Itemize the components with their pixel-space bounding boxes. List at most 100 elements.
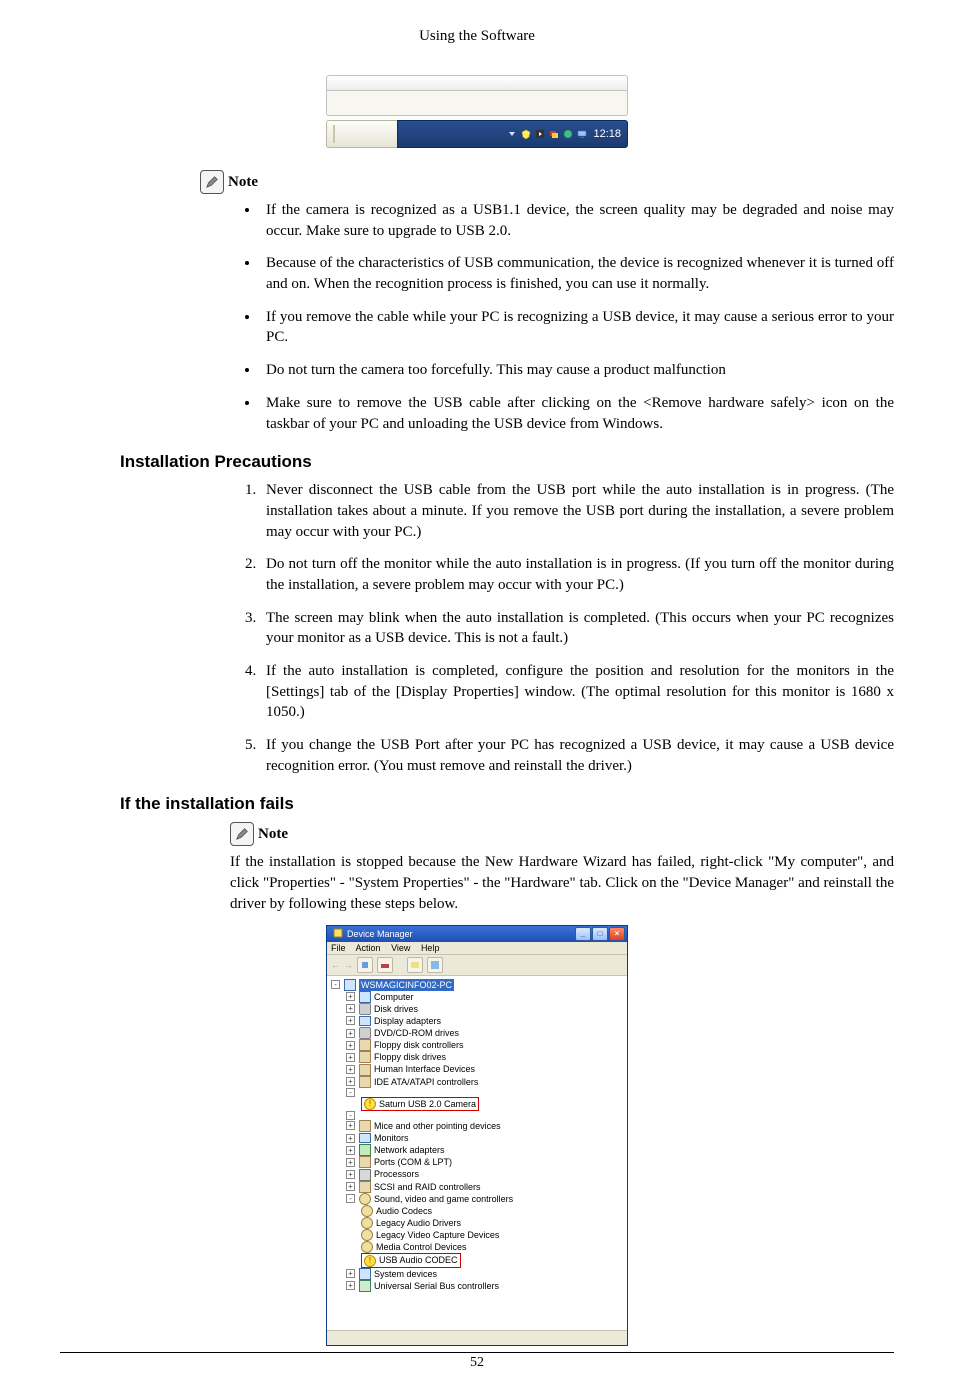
sound-icon — [359, 1193, 371, 1205]
expand-icon[interactable]: + — [346, 1016, 355, 1025]
expand-icon[interactable]: + — [346, 1004, 355, 1013]
tree-node[interactable]: Sound, video and game controllers — [374, 1193, 513, 1205]
expand-icon[interactable]: + — [346, 1077, 355, 1086]
expand-icon[interactable]: + — [346, 1182, 355, 1191]
tree-node[interactable]: Floppy disk drives — [374, 1051, 446, 1063]
expand-icon[interactable]: + — [346, 1134, 355, 1143]
tree-node[interactable]: Disk drives — [374, 1003, 418, 1015]
root-node[interactable]: WSMAGICINFO02-PC — [359, 979, 454, 991]
tree-node[interactable]: Legacy Audio Drivers — [376, 1217, 461, 1229]
collapse-icon[interactable]: - — [346, 1111, 355, 1120]
tree-node[interactable]: IDE ATA/ATAPI controllers — [374, 1076, 478, 1088]
processor-icon — [359, 1169, 371, 1181]
sound-child-icon — [361, 1205, 373, 1217]
expand-icon[interactable]: + — [346, 1065, 355, 1074]
bullet-item: If the camera is recognized as a USB1.1 … — [260, 200, 894, 241]
network-icon — [359, 1144, 371, 1156]
note-icon — [200, 170, 224, 194]
tree-node[interactable]: SCSI and RAID controllers — [374, 1181, 481, 1193]
floppy-drive-icon — [359, 1051, 371, 1063]
sound-child-icon — [361, 1241, 373, 1253]
tree-node[interactable]: Network adapters — [374, 1144, 445, 1156]
tree-node[interactable]: Ports (COM & LPT) — [374, 1156, 452, 1168]
tray-monitor-icon — [577, 129, 587, 139]
tray-arrow-icon — [507, 129, 517, 139]
taskbar-screenshot: 12:18 — [326, 75, 628, 148]
display-icon — [359, 1016, 371, 1026]
tree-node[interactable]: Mice and other pointing devices — [374, 1120, 501, 1132]
bullet-item: If you remove the cable while your PC is… — [260, 307, 894, 348]
tree-node[interactable]: Display adapters — [374, 1015, 441, 1027]
tray-shield-icon — [521, 129, 531, 139]
menu-file[interactable]: File — [331, 943, 346, 953]
list-item: If you change the USB Port after your PC… — [260, 735, 894, 776]
warning-device-row[interactable]: !Saturn USB 2.0 Camera — [361, 1097, 479, 1111]
tray-play-icon — [535, 129, 545, 139]
bullet-item: Make sure to remove the USB cable after … — [260, 393, 894, 434]
menu-action[interactable]: Action — [356, 943, 381, 953]
warning-device-row[interactable]: !USB Audio CODEC — [361, 1253, 461, 1267]
tree-node[interactable]: Monitors — [374, 1132, 409, 1144]
minimize-button[interactable]: _ — [575, 927, 591, 941]
collapse-icon[interactable]: - — [346, 1194, 355, 1203]
collapse-icon[interactable]: - — [346, 1088, 355, 1097]
tree-node[interactable]: Universal Serial Bus controllers — [374, 1280, 499, 1292]
monitor-icon — [359, 1133, 371, 1143]
expand-icon[interactable]: + — [346, 1281, 355, 1290]
expand-icon[interactable]: + — [346, 992, 355, 1001]
sound-child-icon — [361, 1229, 373, 1241]
window-title: Device Manager — [347, 929, 413, 939]
menu-view[interactable]: View — [391, 943, 410, 953]
expand-icon[interactable]: + — [346, 1269, 355, 1278]
section-title-fails: If the installation fails — [120, 794, 894, 814]
tree-node[interactable]: Media Control Devices — [376, 1241, 467, 1253]
note-icon — [230, 822, 254, 846]
list-item: If the auto installation is completed, c… — [260, 661, 894, 723]
tree-node[interactable]: Human Interface Devices — [374, 1063, 475, 1075]
ide-icon — [359, 1076, 371, 1088]
tree-node[interactable]: Saturn USB 2.0 Camera — [379, 1098, 476, 1110]
toolbar-button[interactable] — [377, 957, 393, 973]
expand-icon[interactable]: + — [346, 1121, 355, 1130]
device-tree[interactable]: - WSMAGICINFO02-PC + Computer + Disk drives… — [327, 976, 627, 1330]
tree-node[interactable]: Processors — [374, 1168, 419, 1180]
list-item: The screen may blink when the auto insta… — [260, 608, 894, 649]
menu-help[interactable]: Help — [421, 943, 440, 953]
device-manager-screenshot: Device Manager _ □ × File Action View He… — [326, 925, 628, 1346]
disk-icon — [359, 1003, 371, 1015]
tree-node[interactable]: Audio Codecs — [376, 1205, 432, 1217]
toolbar-button[interactable] — [407, 957, 423, 973]
collapse-icon[interactable]: - — [331, 980, 340, 989]
list-item: Never disconnect the USB cable from the … — [260, 480, 894, 542]
expand-icon[interactable]: + — [346, 1158, 355, 1167]
toolbar: ←→ — [327, 955, 627, 976]
close-button[interactable]: × — [609, 927, 625, 941]
usb-icon — [359, 1280, 371, 1292]
note-label: Note — [228, 174, 258, 191]
toolbar-button[interactable] — [427, 957, 443, 973]
expand-icon[interactable]: + — [346, 1170, 355, 1179]
list-item: Do not turn off the monitor while the au… — [260, 554, 894, 595]
expand-icon[interactable]: + — [346, 1053, 355, 1062]
tree-node[interactable]: DVD/CD-ROM drives — [374, 1027, 459, 1039]
note-label: Note — [258, 826, 288, 843]
tree-node[interactable]: Computer — [374, 991, 414, 1003]
tree-node[interactable]: USB Audio CODEC — [379, 1254, 458, 1266]
expand-icon[interactable]: + — [346, 1146, 355, 1155]
warning-icon: ! — [364, 1255, 376, 1267]
computer-icon — [344, 979, 356, 991]
expand-icon[interactable]: + — [346, 1041, 355, 1050]
tray-clock: 12:18 — [593, 128, 621, 140]
expand-icon[interactable]: + — [346, 1029, 355, 1038]
hid-icon — [359, 1064, 371, 1076]
tray-stack-icon — [549, 129, 559, 139]
tree-node[interactable]: Floppy disk controllers — [374, 1039, 464, 1051]
tree-node[interactable]: Legacy Video Capture Devices — [376, 1229, 499, 1241]
menu-bar[interactable]: File Action View Help — [327, 942, 627, 955]
maximize-button[interactable]: □ — [592, 927, 608, 941]
bullet-item: Do not turn the camera too forcefully. T… — [260, 360, 894, 381]
tree-node[interactable]: System devices — [374, 1268, 437, 1280]
floppy-ctrl-icon — [359, 1039, 371, 1051]
window-icon — [333, 928, 343, 940]
toolbar-button[interactable] — [357, 957, 373, 973]
